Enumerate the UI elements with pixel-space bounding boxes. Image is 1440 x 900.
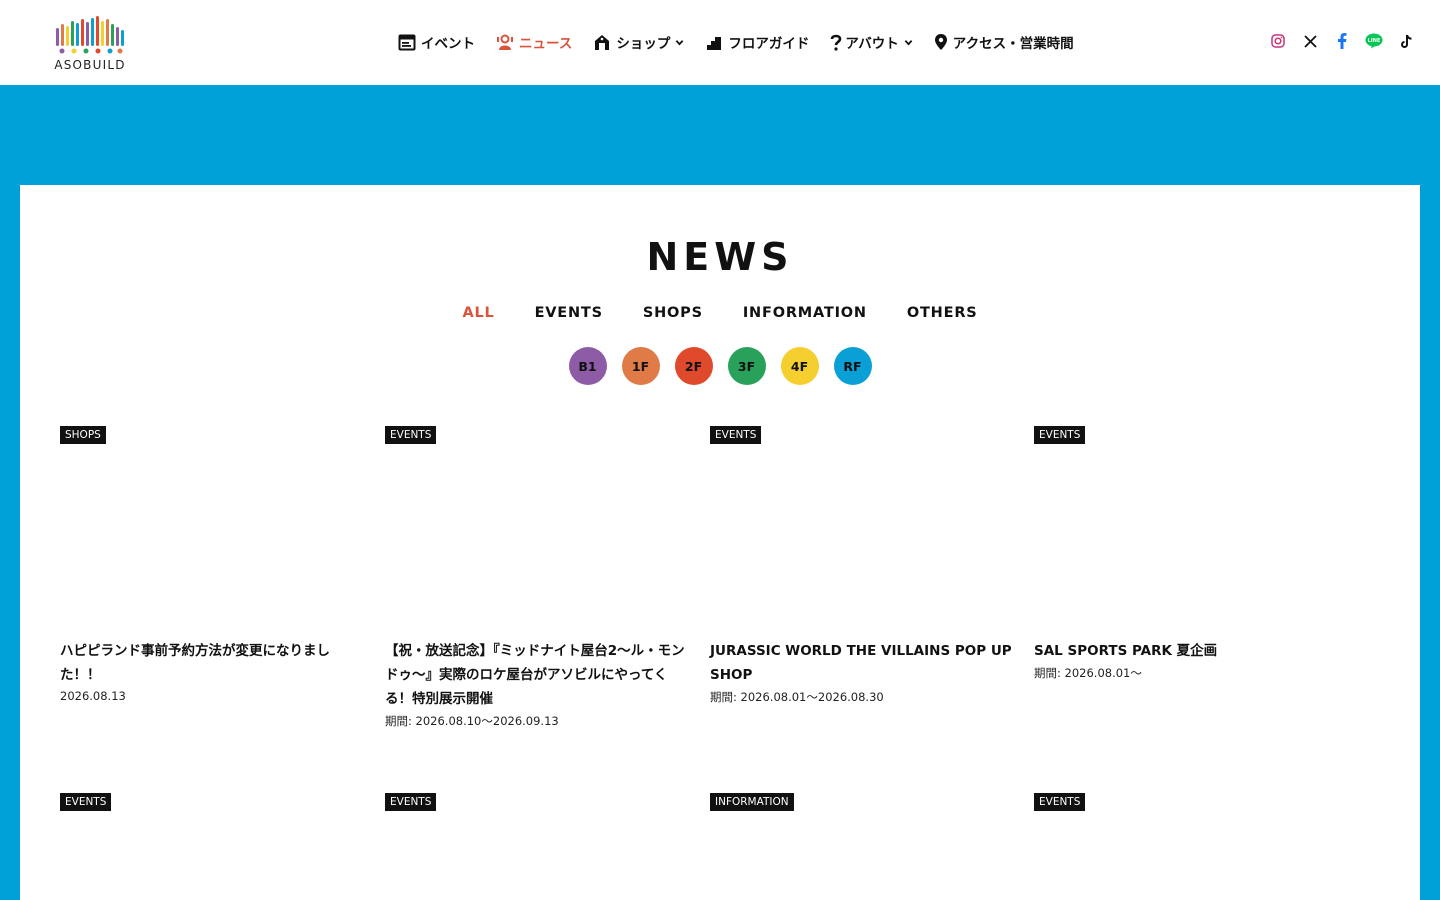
news-card[interactable]: EVENTS: [60, 790, 365, 811]
news-date: 期間: 2026.08.01～: [1034, 666, 1142, 680]
nav-label-floor-guide: フロアガイド: [728, 36, 810, 52]
x-icon[interactable]: [1300, 31, 1320, 51]
news-card[interactable]: INFORMATION: [710, 790, 1015, 811]
category-tag: EVENTS: [1034, 793, 1086, 811]
news-card[interactable]: EVENTS: [1034, 790, 1339, 811]
floor-button-1f[interactable]: 1F: [621, 347, 660, 385]
logo-text: ASOBUILD: [54, 58, 126, 72]
asobuild-logo[interactable]: ASOBUILD: [54, 14, 126, 72]
nav-item-floor-guide[interactable]: フロアガイド: [705, 28, 809, 56]
floor-button-3f[interactable]: 3F: [727, 347, 766, 385]
tab-others[interactable]: OTHERS: [907, 305, 978, 321]
news-thumbnail: [710, 444, 1015, 639]
news-date: 2026.08.13: [60, 689, 126, 703]
category-tabs: ALL EVENTS SHOPS INFORMATION OTHERS: [20, 305, 1420, 321]
news-title[interactable]: ハピピランド事前予約方法が変更になりました！！: [60, 639, 365, 687]
floor-filter: B1 1F 2F 3F 4F RF: [20, 347, 1420, 385]
tab-shops[interactable]: SHOPS: [643, 305, 703, 321]
news-person-icon: [497, 34, 513, 50]
news-card[interactable]: EVENTS: [385, 790, 690, 811]
page-title: NEWS: [646, 235, 794, 279]
news-card[interactable]: EVENTS SAL SPORTS PARK 夏企画 期間: 2026.08.0…: [1034, 423, 1339, 681]
nav-item-about[interactable]: アバウト: [830, 28, 913, 56]
nav-item-news[interactable]: ニュース: [496, 28, 572, 56]
floor-stairs-icon: [707, 37, 722, 50]
tab-information[interactable]: INFORMATION: [743, 305, 867, 321]
nav-item-shop[interactable]: ショップ: [593, 28, 684, 56]
category-tag: EVENTS: [710, 426, 762, 444]
nav-item-event[interactable]: イベント: [398, 28, 475, 56]
logo-bars-icon: [56, 16, 124, 54]
chevron-down-icon: [904, 39, 913, 45]
nav-label-access: アクセス・営業時間: [952, 36, 1074, 52]
floor-button-b1[interactable]: B1: [568, 347, 607, 385]
svg-text:LINE: LINE: [1368, 38, 1381, 44]
chevron-down-icon: [676, 39, 684, 45]
shop-icon: [595, 35, 610, 50]
category-tag: EVENTS: [385, 426, 437, 444]
nav-label-news: ニュース: [519, 36, 573, 52]
category-tag: INFORMATION: [710, 793, 794, 811]
social-links: LINE: [1256, 31, 1416, 51]
news-card[interactable]: EVENTS 【祝・放送記念】『ミッドナイト屋台2〜ル・モンドゥ〜』実際のロケ屋…: [385, 423, 690, 729]
tiktok-icon[interactable]: [1396, 31, 1416, 51]
news-title[interactable]: JURASSIC WORLD THE VILLAINS POP UP SHOP: [710, 639, 1015, 687]
news-title[interactable]: SAL SPORTS PARK 夏企画: [1034, 639, 1339, 663]
nav-label-event: イベント: [421, 36, 475, 52]
news-card[interactable]: EVENTS JURASSIC WORLD THE VILLAINS POP U…: [710, 423, 1015, 705]
nav-label-about: アバウト: [845, 36, 899, 52]
news-title[interactable]: 【祝・放送記念】『ミッドナイト屋台2〜ル・モンドゥ〜』実際のロケ屋台がアソビルに…: [385, 639, 690, 711]
tab-events[interactable]: EVENTS: [535, 305, 603, 321]
news-card[interactable]: SHOPS ハピピランド事前予約方法が変更になりました！！ 2026.08.13: [60, 423, 365, 703]
map-pin-icon: [934, 34, 947, 50]
facebook-icon[interactable]: [1332, 31, 1352, 51]
main-nav: イベント ニュース ショップ フロアガイド アバウト アクセス・営業時間: [398, 28, 1095, 56]
nav-item-access[interactable]: アクセス・営業時間: [934, 28, 1074, 56]
floor-button-2f[interactable]: 2F: [674, 347, 713, 385]
news-date: 期間: 2026.08.01～2026.08.30: [710, 690, 884, 704]
nav-label-shop: ショップ: [616, 36, 671, 52]
category-tag: EVENTS: [60, 793, 112, 811]
tab-all[interactable]: ALL: [462, 305, 494, 321]
news-panel: NEWS ALL EVENTS SHOPS INFORMATION OTHERS…: [20, 185, 1420, 900]
news-thumbnail: [385, 444, 690, 639]
question-icon: [831, 34, 842, 51]
line-icon[interactable]: LINE: [1364, 31, 1384, 51]
category-tag: EVENTS: [385, 793, 437, 811]
news-thumbnail: [1034, 444, 1339, 639]
category-tag: EVENTS: [1034, 426, 1086, 444]
category-tag: SHOPS: [60, 426, 106, 444]
floor-button-rf[interactable]: RF: [833, 347, 872, 385]
news-date: 期間: 2026.08.10～2026.09.13: [385, 714, 559, 728]
site-header: ASOBUILD イベント ニュース ショップ フロアガイド アバウト アクセス…: [0, 0, 1440, 85]
calendar-icon: [398, 34, 416, 51]
floor-button-4f[interactable]: 4F: [780, 347, 819, 385]
instagram-icon[interactable]: [1268, 31, 1288, 51]
news-thumbnail: [60, 444, 365, 639]
